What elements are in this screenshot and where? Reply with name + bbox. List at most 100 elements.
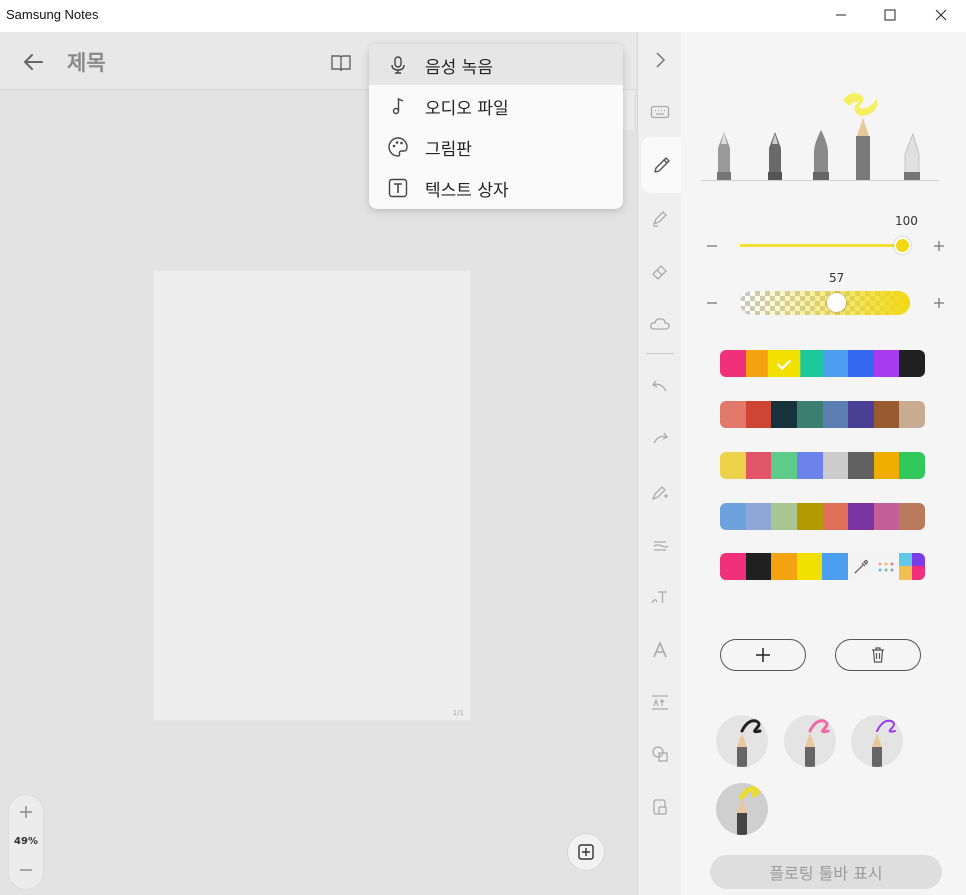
menu-item-audio-file[interactable]: 오디오 파일 [369, 85, 623, 126]
color-swatch[interactable] [720, 503, 746, 530]
color-swatch[interactable] [720, 553, 746, 580]
color-swatch[interactable] [796, 553, 823, 580]
minimize-button[interactable] [818, 0, 864, 30]
color-swatch[interactable] [796, 401, 823, 428]
marker-icon[interactable] [904, 132, 920, 180]
title-bar: Samsung Notes [0, 0, 966, 32]
color-swatch[interactable] [771, 452, 797, 479]
color-swatch[interactable] [720, 401, 746, 428]
undo-button[interactable] [644, 371, 676, 403]
color-swatch[interactable] [745, 401, 772, 428]
opacity-decrease-icon[interactable] [705, 296, 719, 310]
color-swatch[interactable] [771, 553, 797, 580]
font-style-button[interactable] [644, 634, 676, 666]
book-icon [331, 55, 351, 72]
pen-preset-selected[interactable] [716, 783, 768, 835]
keyboard-button[interactable] [644, 96, 676, 128]
handwriting-button[interactable] [644, 476, 676, 508]
pencil-icon[interactable] [843, 92, 878, 180]
shapes-button[interactable] [644, 738, 676, 770]
menu-item-voice-recording[interactable]: 음성 녹음 [369, 44, 623, 85]
redo-button[interactable] [644, 423, 676, 455]
color-swatch-selected[interactable] [768, 350, 801, 377]
color-swatch[interactable] [745, 503, 772, 530]
color-picker-button[interactable] [873, 553, 900, 580]
size-slider-thumb[interactable] [894, 237, 911, 254]
color-swatch[interactable] [796, 350, 823, 377]
size-increase-icon[interactable] [932, 239, 946, 253]
color-swatch[interactable] [899, 401, 925, 428]
lock-button[interactable] [644, 791, 676, 823]
eraser-icon [652, 265, 667, 280]
opacity-slider-track[interactable] [740, 291, 910, 315]
page-indicator: 1/1 [452, 709, 464, 717]
color-swatch[interactable] [822, 452, 849, 479]
eyedropper-button[interactable] [847, 553, 874, 580]
opacity-increase-icon[interactable] [932, 296, 946, 310]
brush-pen-icon[interactable] [813, 130, 829, 180]
color-swatch[interactable] [822, 350, 849, 377]
color-swatch[interactable] [873, 503, 900, 530]
opacity-slider-thumb[interactable] [827, 293, 846, 312]
color-swatch[interactable] [873, 401, 900, 428]
lasso-tool-button[interactable] [644, 308, 676, 340]
size-value: 100 [895, 214, 918, 228]
add-page-button[interactable] [567, 833, 605, 871]
color-swatch[interactable] [771, 401, 797, 428]
custom-color-button[interactable] [899, 553, 925, 580]
color-swatch[interactable] [771, 503, 797, 530]
strip-divider [646, 353, 674, 354]
size-slider-track[interactable] [740, 244, 903, 247]
close-button[interactable] [918, 0, 964, 30]
spacing-button[interactable] [644, 686, 676, 718]
pencil-preset-icon [872, 719, 896, 767]
highlighter-tool-button[interactable] [644, 202, 676, 234]
menu-item-drawing[interactable]: 그림판 [369, 126, 623, 167]
color-swatch[interactable] [796, 503, 823, 530]
calligraphy-pen-icon[interactable] [768, 132, 782, 180]
color-swatch[interactable] [873, 350, 900, 377]
color-swatch[interactable] [720, 452, 746, 479]
note-title[interactable]: 제목 [67, 47, 106, 77]
color-swatch[interactable] [873, 452, 900, 479]
straighten-button[interactable] [644, 529, 676, 561]
color-swatch[interactable] [899, 452, 925, 479]
color-swatch[interactable] [745, 452, 772, 479]
show-floating-toolbar-button[interactable]: 플로팅 툴바 표시 [710, 855, 942, 889]
back-arrow-icon [24, 54, 43, 70]
eraser-tool-button[interactable] [644, 255, 676, 287]
pen-preset[interactable] [851, 715, 903, 767]
back-button[interactable] [20, 50, 48, 74]
color-swatch[interactable] [745, 553, 772, 580]
fountain-pen-icon[interactable] [717, 132, 731, 180]
zoom-in-button[interactable] [17, 803, 35, 821]
color-swatch[interactable] [822, 503, 849, 530]
color-swatch[interactable] [848, 503, 874, 530]
size-decrease-icon[interactable] [705, 239, 719, 253]
color-swatch[interactable] [848, 452, 874, 479]
menu-item-text-box[interactable]: 텍스트 상자 [369, 167, 623, 208]
collapse-panel-button[interactable] [644, 44, 676, 76]
color-swatch[interactable] [796, 452, 823, 479]
pen-preset[interactable] [716, 715, 768, 767]
reading-mode-button[interactable] [328, 51, 354, 75]
color-swatch[interactable] [848, 401, 874, 428]
color-swatch[interactable] [899, 350, 925, 377]
add-pen-preset-button[interactable] [720, 639, 806, 671]
palette-row-2 [720, 401, 925, 428]
maximize-button[interactable] [867, 0, 913, 30]
note-page[interactable]: 1/1 [153, 270, 471, 721]
color-swatch[interactable] [848, 350, 874, 377]
pen-preset[interactable] [784, 715, 836, 767]
zoom-out-button[interactable] [17, 861, 35, 879]
color-swatch[interactable] [822, 553, 848, 580]
pen-selector-divider [701, 180, 939, 181]
color-swatch[interactable] [822, 401, 849, 428]
color-swatch[interactable] [720, 350, 746, 377]
pen-tool-button[interactable] [641, 137, 683, 193]
text-convert-button[interactable] [644, 581, 676, 613]
insert-menu: 음성 녹음 오디오 파일 그림판 텍스트 상자 [369, 44, 623, 209]
color-swatch[interactable] [899, 503, 925, 530]
lock-icon [653, 799, 667, 815]
delete-pen-preset-button[interactable] [835, 639, 921, 671]
